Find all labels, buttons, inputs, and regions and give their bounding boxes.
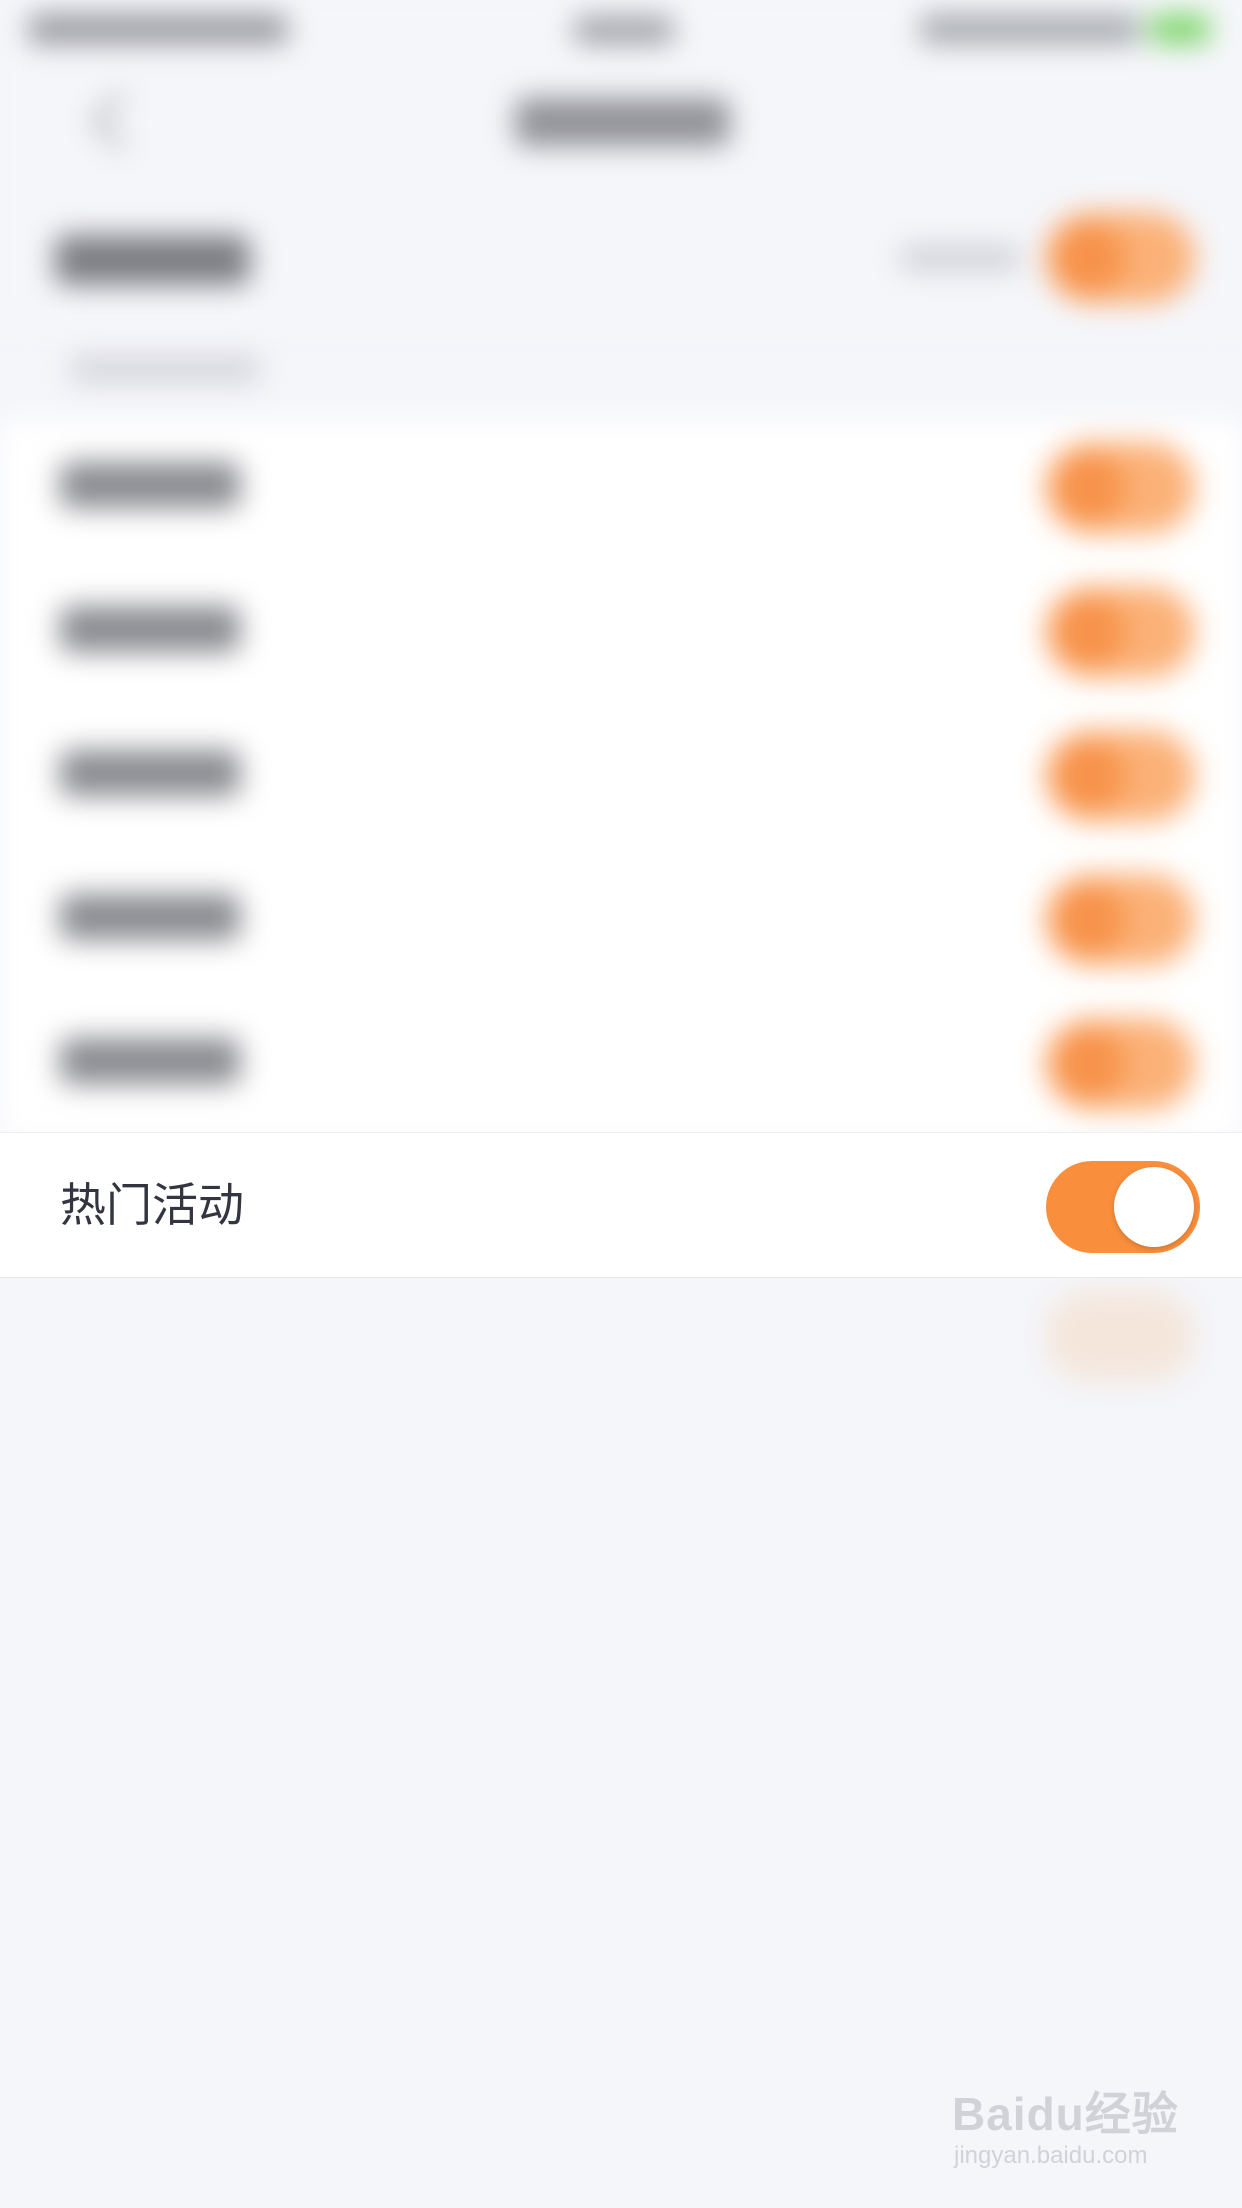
section-hint xyxy=(70,355,260,383)
watermark-url: jingyan.baidu.com xyxy=(954,2142,1148,2169)
page-title xyxy=(515,98,730,146)
battery-icon xyxy=(1150,14,1210,44)
list-item-label xyxy=(60,462,240,508)
list-item-toggle[interactable] xyxy=(1045,586,1195,678)
setting-row-label: 热门活动 xyxy=(60,1178,244,1232)
carrier-indicator xyxy=(28,14,288,44)
status-bar xyxy=(0,0,1242,60)
list-item-label xyxy=(60,606,240,652)
list-item-toggle[interactable] xyxy=(1045,730,1195,822)
master-toggle-switch[interactable] xyxy=(1045,212,1195,304)
list-item-label xyxy=(60,1038,240,1084)
status-icons xyxy=(920,14,1140,44)
list-item-label xyxy=(60,750,240,796)
list-item-toggle[interactable] xyxy=(1045,874,1195,966)
hot-events-toggle-switch[interactable] xyxy=(1046,1161,1200,1253)
list-item-label xyxy=(60,894,240,940)
list-item-toggle[interactable] xyxy=(1045,1018,1195,1110)
baidu-watermark: Baidu经验 jingyan.baidu.com xyxy=(952,2072,1182,2182)
master-setting-label xyxy=(55,235,250,285)
master-setting-hint xyxy=(900,245,1020,271)
list-item-toggle[interactable] xyxy=(1045,442,1195,534)
toggle-knob xyxy=(1114,1167,1194,1247)
watermark-brand: Baidu经验 xyxy=(952,2088,1179,2140)
list-item-toggle xyxy=(1045,1290,1195,1382)
settings-screen: 热门活动 Baidu经验 jingyan.baidu.com xyxy=(0,0,1242,2208)
clock xyxy=(574,16,674,44)
blurred-background xyxy=(0,0,1242,1382)
setting-row-hot-events[interactable]: 热门活动 xyxy=(0,1132,1242,1278)
